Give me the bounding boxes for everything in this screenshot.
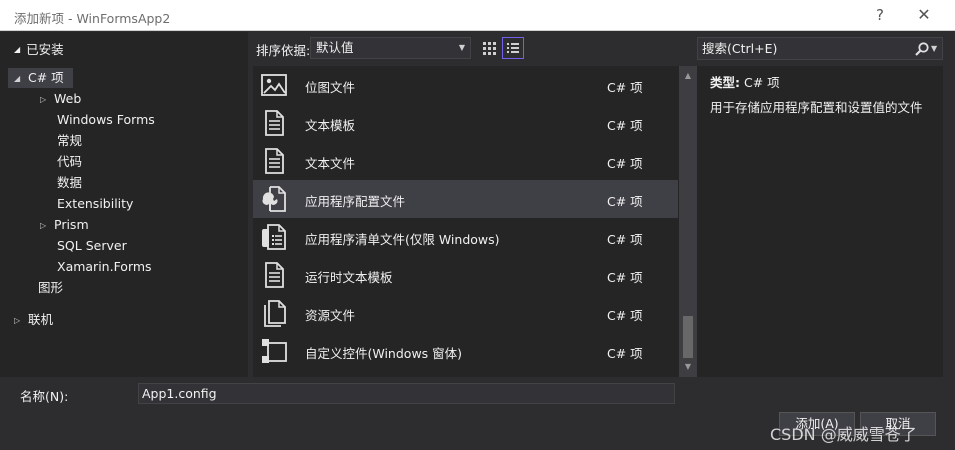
type-label: 类型: <box>710 75 740 90</box>
tree-item-online[interactable]: ▷ 联机 <box>14 310 53 330</box>
tree-item-code[interactable]: 代码 <box>57 152 82 172</box>
sort-label: 排序依据: <box>256 43 311 58</box>
item-type: C# 项 <box>607 156 643 171</box>
item-name: 资源文件 <box>305 308 356 323</box>
search-input[interactable] <box>698 38 908 59</box>
close-button[interactable]: ✕ <box>906 3 942 27</box>
list-item[interactable]: 资源文件 C# 项 <box>253 294 678 332</box>
tree-item-prism[interactable]: ▷ Prism <box>40 215 89 235</box>
item-name: 应用程序清单文件(仅限 Windows) <box>305 232 500 247</box>
grid-view-icon <box>483 42 496 55</box>
item-name: 自定义控件(Windows 窗体) <box>305 346 463 361</box>
item-description: 用于存储应用程序配置和设置值的文件 <box>710 100 923 115</box>
type-value: C# 项 <box>744 75 780 90</box>
watermark: CSDN @威威雪苍了 <box>770 425 917 444</box>
scroll-thumb[interactable] <box>683 316 693 358</box>
tree-item-graphics[interactable]: 图形 <box>38 278 63 298</box>
resource-file-icon <box>264 300 286 327</box>
manifest-file-icon <box>262 224 286 250</box>
list-scrollbar[interactable]: ▲ ▼ <box>679 66 697 377</box>
caret-right-icon[interactable]: ▷ <box>14 311 28 331</box>
name-label: 名称(N): <box>20 389 69 404</box>
name-input[interactable] <box>138 383 675 404</box>
list-item[interactable]: 应用程序配置文件 C# 项 <box>253 180 678 218</box>
tree-item-general[interactable]: 常规 <box>57 131 82 151</box>
category-panel: ◢ 已安装 ◢ C# 项 ▷ Web Windows Forms 常规 代码 数据 E… <box>0 32 248 377</box>
installed-label: 已安装 <box>26 42 64 57</box>
sort-dropdown[interactable]: 默认值 ▼ <box>310 37 471 59</box>
search-options-arrow-icon[interactable]: ▼ <box>931 38 937 59</box>
tree-item-extensibility[interactable]: Extensibility <box>57 194 133 214</box>
item-type: C# 项 <box>607 194 643 209</box>
runtime-template-icon <box>265 262 284 288</box>
help-button[interactable]: ? <box>862 3 898 27</box>
list-item[interactable]: 文本模板 C# 项 <box>253 104 678 142</box>
tree-item-xamarin-forms[interactable]: Xamarin.Forms <box>57 257 152 277</box>
list-view-button[interactable] <box>502 37 524 59</box>
item-type: C# 项 <box>607 308 643 323</box>
text-template-icon <box>265 110 284 136</box>
grid-view-button[interactable] <box>478 37 500 59</box>
dropdown-arrow-icon: ▼ <box>458 43 465 52</box>
scroll-down-icon[interactable]: ▼ <box>679 359 697 375</box>
tree-item-sql-server[interactable]: SQL Server <box>57 236 127 256</box>
tree-item-label: Prism <box>54 217 89 232</box>
list-item[interactable]: 文本文件 C# 项 <box>253 142 678 180</box>
item-name: 文本文件 <box>305 156 356 171</box>
list-item[interactable]: 自定义控件(Windows 窗体) C# 项 <box>253 332 678 370</box>
details-panel: 类型: C# 项 用于存储应用程序配置和设置值的文件 <box>697 66 943 377</box>
list-item[interactable]: 应用程序清单文件(仅限 Windows) C# 项 <box>253 218 678 256</box>
search-icon[interactable] <box>914 41 930 57</box>
tree-item-web[interactable]: ▷ Web <box>40 89 81 109</box>
caret-down-icon[interactable]: ◢ <box>14 69 28 89</box>
item-type: C# 项 <box>607 80 643 95</box>
tree-item-windows-forms[interactable]: Windows Forms <box>57 110 155 130</box>
title-bar: 添加新项 - WinFormsApp2 ? ✕ <box>0 0 955 31</box>
list-view-icon <box>507 43 519 53</box>
tree-item-label: Web <box>54 91 82 106</box>
installed-header[interactable]: ◢ 已安装 <box>14 39 64 58</box>
template-list: 位图文件 C# 项 文本模板 C# 项 文本文件 C# 项 应用程序配置文件 C… <box>253 66 697 377</box>
item-type: C# 项 <box>607 270 643 285</box>
item-name: 运行时文本模板 <box>305 270 393 285</box>
window-title: 添加新项 - WinFormsApp2 <box>14 11 171 26</box>
item-type: C# 项 <box>607 346 643 361</box>
search-box[interactable]: ▼ <box>697 37 943 60</box>
config-file-icon <box>262 186 286 212</box>
caret-right-icon[interactable]: ▷ <box>40 90 54 110</box>
caret-right-icon[interactable]: ▷ <box>40 216 54 236</box>
list-item[interactable]: 位图文件 C# 项 <box>253 66 678 104</box>
caret-down-icon: ◢ <box>14 45 21 54</box>
custom-control-icon <box>262 339 287 363</box>
item-name: 位图文件 <box>305 80 356 95</box>
item-name: 文本模板 <box>305 118 356 133</box>
tree-item-data[interactable]: 数据 <box>57 173 82 193</box>
item-type: C# 项 <box>607 232 643 247</box>
item-type: C# 项 <box>607 118 643 133</box>
tree-item-csharp[interactable]: ◢ C# 项 <box>8 68 73 88</box>
tree-item-label: 联机 <box>28 312 54 327</box>
image-icon <box>261 74 287 96</box>
type-row: 类型: C# 项 <box>710 72 780 91</box>
sort-value: 默认值 <box>316 40 354 55</box>
text-file-icon <box>265 148 284 174</box>
item-name: 应用程序配置文件 <box>305 194 406 209</box>
scroll-up-icon[interactable]: ▲ <box>679 68 697 84</box>
list-item[interactable]: 运行时文本模板 C# 项 <box>253 256 678 294</box>
tree-item-label: C# 项 <box>28 70 64 85</box>
